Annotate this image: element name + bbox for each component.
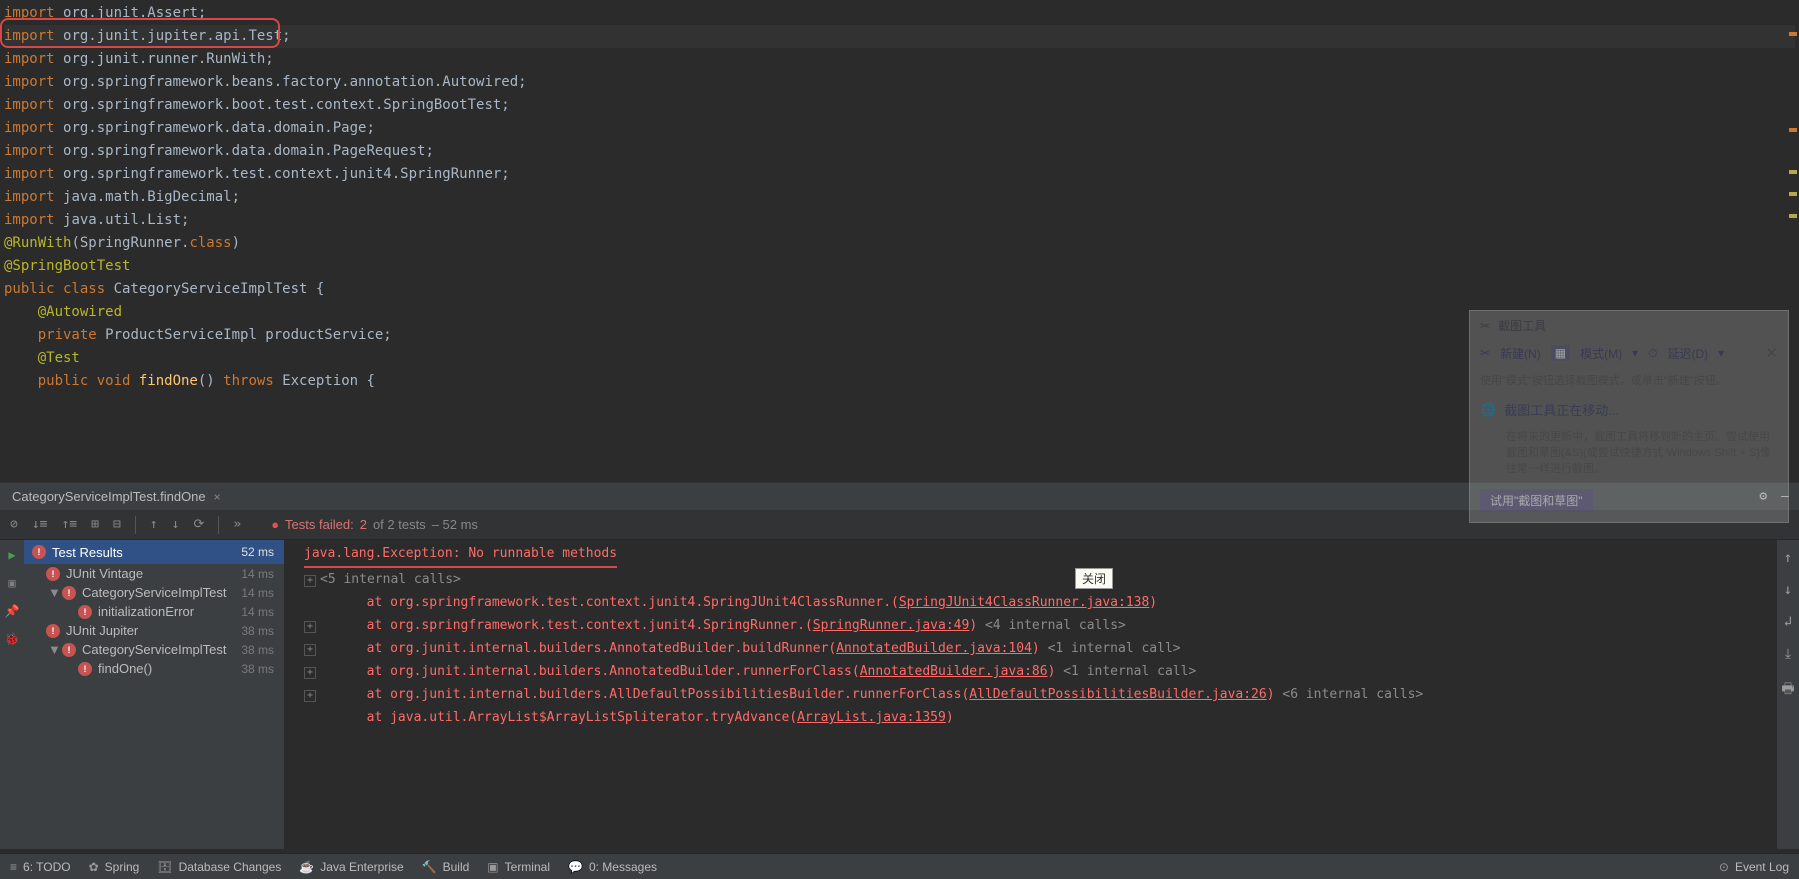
results-header[interactable]: !Test Results 52 ms	[24, 540, 284, 564]
tab-label: CategoryServiceImplTest.findOne	[12, 489, 206, 504]
editor-gutter	[1785, 0, 1799, 450]
test-status: ● Tests failed: 2 of 2 tests – 52 ms	[271, 517, 478, 532]
event-log-button[interactable]: ⊙ Event Log	[1719, 860, 1789, 874]
code-editor[interactable]: import org.junit.Assert;import org.junit…	[0, 0, 1799, 450]
statusbar-item[interactable]: 💬0: Messages	[568, 860, 657, 874]
statusbar-item[interactable]: ✿Spring	[89, 860, 140, 874]
minimize-icon[interactable]: —	[1781, 489, 1789, 504]
statusbar-item[interactable]: ☕Java Enterprise	[299, 860, 403, 874]
scroll-up-icon[interactable]: ↑	[1784, 550, 1792, 566]
sort-up-icon[interactable]: ↑≡	[61, 517, 77, 532]
statusbar-item[interactable]: 🗄Database Changes	[157, 860, 281, 874]
print-icon[interactable]: 🖶	[1781, 678, 1794, 702]
settings-icon[interactable]: ⚙	[1759, 489, 1767, 504]
hide-passed-icon[interactable]: ⊘	[10, 517, 18, 532]
run-left-toolbar: ▶ ▣ 📌 🐞	[0, 540, 24, 849]
test-result-row[interactable]: !JUnit Vintage14 ms	[24, 564, 284, 583]
test-result-row[interactable]: ▼!CategoryServiceImplTest14 ms	[24, 583, 284, 602]
error-icon: ●	[271, 517, 279, 532]
statusbar-item[interactable]: 🔨Build	[422, 860, 470, 874]
run-tab-bar: CategoryServiceImplTest.findOne × ⚙ —	[0, 482, 1799, 510]
soft-wrap-icon[interactable]: ↲	[1784, 614, 1792, 630]
scroll-down-icon[interactable]: ↓	[1784, 582, 1792, 598]
down-icon[interactable]: ↓	[172, 517, 180, 532]
divider	[218, 516, 219, 534]
test-result-row[interactable]: !findOne()38 ms	[24, 659, 284, 678]
statusbar-item[interactable]: ▣Terminal	[487, 860, 550, 874]
test-result-row[interactable]: ▼!CategoryServiceImplTest38 ms	[24, 640, 284, 659]
expand-all-icon[interactable]: ⊞	[91, 517, 99, 532]
stop-icon[interactable]: ▣	[8, 576, 15, 590]
status-bar: ≡6: TODO ✿Spring 🗄Database Changes ☕Java En…	[0, 853, 1799, 879]
tooltip: 关闭	[1075, 568, 1113, 589]
pin-icon[interactable]: 📌	[5, 604, 20, 618]
test-result-row[interactable]: !JUnit Jupiter38 ms	[24, 621, 284, 640]
console-output[interactable]: java.lang.Exception: No runnable methods…	[284, 540, 1777, 849]
scroll-end-icon[interactable]: ⤓	[1785, 646, 1791, 662]
close-icon[interactable]: ×	[214, 490, 221, 504]
up-icon[interactable]: ↑	[150, 517, 158, 532]
test-toolbar: ⊘ ↓≡ ↑≡ ⊞ ⊟ ↑ ↓ ⟳ » ● Tests failed: 2 of…	[0, 510, 1799, 540]
sort-down-icon[interactable]: ↓≡	[32, 517, 48, 532]
console-right-toolbar: ↑ ↓ ↲ ⤓ 🖶	[1777, 540, 1799, 849]
event-log-icon: ⊙	[1719, 860, 1729, 874]
more-icon[interactable]: »	[233, 517, 241, 532]
divider	[135, 516, 136, 534]
run-tab[interactable]: CategoryServiceImplTest.findOne ×	[0, 483, 233, 510]
error-icon: !	[32, 545, 46, 559]
debug-icon[interactable]: 🐞	[5, 632, 20, 646]
rerun-icon[interactable]: ▶	[8, 548, 15, 562]
collapse-all-icon[interactable]: ⊟	[113, 517, 121, 532]
test-results-tree[interactable]: !Test Results 52 ms !JUnit Vintage14 ms▼…	[24, 540, 284, 849]
rerun-icon[interactable]: ⟳	[193, 517, 204, 532]
statusbar-item[interactable]: ≡6: TODO	[10, 860, 71, 874]
test-result-row[interactable]: !initializationError14 ms	[24, 602, 284, 621]
